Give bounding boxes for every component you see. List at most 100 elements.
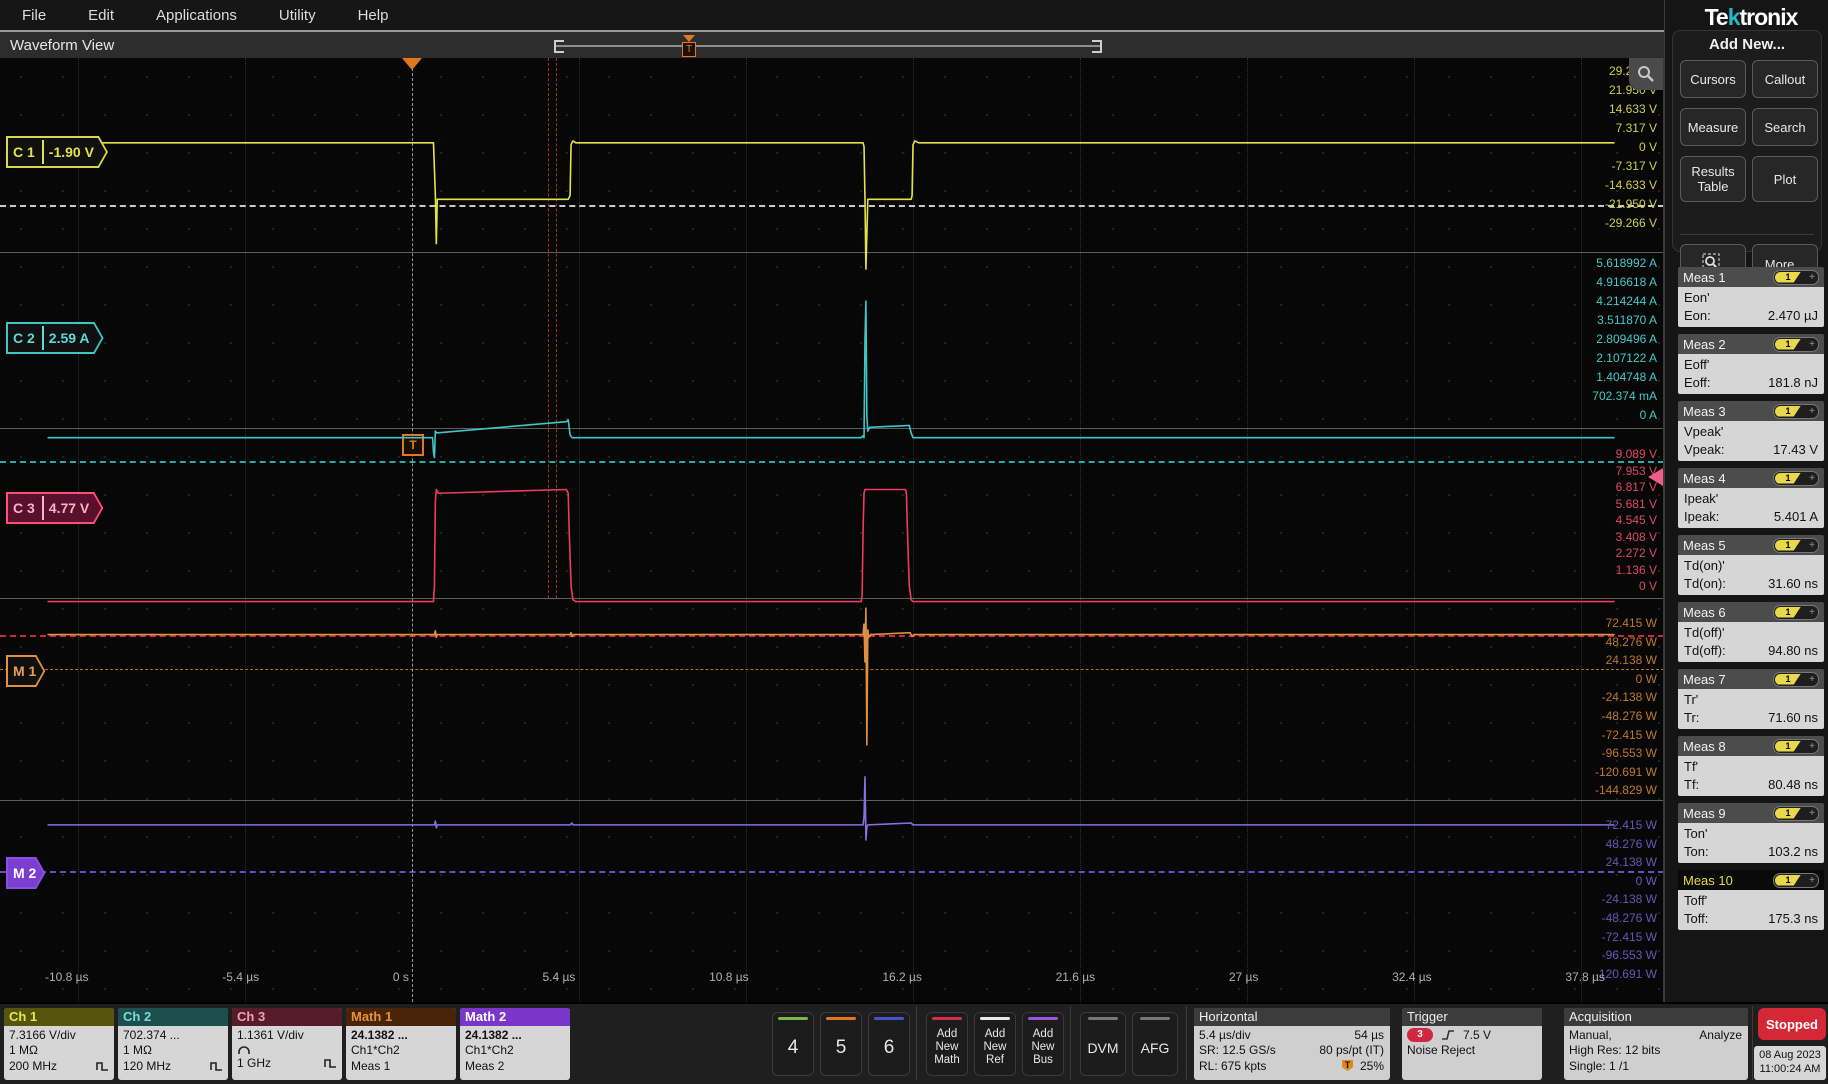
channel-6-button[interactable]: 6 bbox=[868, 1012, 910, 1076]
acquisition-panel[interactable]: Acquisition Manual,Analyze High Res: 12 … bbox=[1564, 1008, 1748, 1080]
ch1-bandwidth: 200 MHz bbox=[9, 1059, 57, 1073]
add-cursors-button[interactable]: Cursors bbox=[1680, 60, 1746, 98]
probe-icon bbox=[237, 1043, 251, 1054]
trigger-mode: Noise Reject bbox=[1407, 1043, 1475, 1057]
ch2-offset-value: 2.59 A bbox=[42, 326, 102, 350]
overview-trigger-marker[interactable]: T bbox=[681, 35, 697, 57]
ch3-offset-value: 4.77 V bbox=[42, 496, 101, 520]
meas4-source-toggle[interactable]: 1+ bbox=[1773, 471, 1819, 486]
meas9-value: 103.2 ns bbox=[1768, 844, 1818, 859]
acq-mode: Manual, bbox=[1569, 1028, 1612, 1042]
ch2-settings-badge[interactable]: Ch 2 702.374 ... 1 MΩ 120 MHz bbox=[118, 1008, 228, 1080]
datetime-display: 08 Aug 2023 11:00:24 AM bbox=[1754, 1046, 1826, 1080]
trigger-panel[interactable]: Trigger 3 7.5 V Noise Reject bbox=[1402, 1008, 1542, 1080]
meas9-card[interactable]: Meas 91+ Ton'Ton:103.2 ns bbox=[1678, 803, 1824, 863]
add-search-button[interactable]: Search bbox=[1752, 108, 1818, 146]
add-new-ref-button[interactable]: Add New Ref bbox=[974, 1012, 1016, 1076]
meas7-source-toggle[interactable]: 1+ bbox=[1773, 672, 1819, 687]
meas10-source-toggle[interactable]: 1+ bbox=[1773, 873, 1819, 888]
add-callout-button[interactable]: Callout bbox=[1752, 60, 1818, 98]
meas10-card[interactable]: Meas 101+ Toff'Toff:175.3 ns bbox=[1678, 870, 1824, 930]
menu-file[interactable]: File bbox=[22, 7, 46, 24]
math1-source: Meas 1 bbox=[351, 1059, 390, 1073]
ch3-scale: 1.1361 V/div bbox=[237, 1028, 304, 1042]
meas9-name: Ton' bbox=[1684, 826, 1818, 841]
rising-edge-icon bbox=[1441, 1029, 1455, 1041]
meas7-name: Tr' bbox=[1684, 692, 1818, 707]
ch2-handle-badge[interactable]: C 22.59 A bbox=[6, 322, 104, 354]
meas2-name: Eoff' bbox=[1684, 357, 1818, 372]
sidebar-divider bbox=[1680, 234, 1814, 235]
ch3-settings-badge[interactable]: Ch 3 1.1361 V/div 1 GHz bbox=[232, 1008, 342, 1080]
ch1-settings-badge[interactable]: Ch 1 7.3166 V/div 1 MΩ 200 MHz bbox=[4, 1008, 114, 1080]
meas5-card[interactable]: Meas 51+ Td(on)'Td(on):31.60 ns bbox=[1678, 535, 1824, 595]
meas10-name: Toff' bbox=[1684, 893, 1818, 908]
meas7-card[interactable]: Meas 71+ Tr'Tr:71.60 ns bbox=[1678, 669, 1824, 729]
time-axis-labels: -10.8 µs-5.4 µs0 s5.4 µs10.8 µs16.2 µs21… bbox=[45, 970, 1605, 984]
meas3-value: 17.43 V bbox=[1773, 442, 1818, 457]
afg-button[interactable]: AFG bbox=[1132, 1012, 1178, 1076]
math2-axis-labels: 72.415 W48.276 W24.138 W0 W-24.138 W-48.… bbox=[1595, 816, 1657, 983]
magnifier-icon bbox=[1636, 64, 1656, 84]
math2-scale: 24.1382 ... bbox=[465, 1028, 522, 1042]
ch1-handle-badge[interactable]: C 1-1.90 V bbox=[6, 136, 108, 168]
ch1-offset-value: -1.90 V bbox=[42, 140, 106, 164]
menu-bar: File Edit Applications Utility Help bbox=[0, 0, 1828, 30]
waveform-plot[interactable]: T 29.266 V21.950 V14.633 V7.317 V0 V-7.3… bbox=[0, 58, 1664, 1002]
menu-edit[interactable]: Edit bbox=[88, 7, 114, 24]
add-new-math-button[interactable]: Add New Math bbox=[926, 1012, 968, 1076]
meas2-card[interactable]: Meas 21+ Eoff'Eoff:181.8 nJ bbox=[1678, 334, 1824, 394]
meas1-name: Eon' bbox=[1684, 290, 1818, 305]
ch1-trace bbox=[48, 141, 1614, 269]
math1-expression: Ch1*Ch2 bbox=[351, 1043, 400, 1057]
math2-trace bbox=[48, 777, 1614, 840]
dvm-button[interactable]: DVM bbox=[1080, 1012, 1126, 1076]
ch1-impedance: 1 MΩ bbox=[9, 1043, 38, 1057]
meas8-source-toggle[interactable]: 1+ bbox=[1773, 739, 1819, 754]
add-results-table-button[interactable]: Results Table bbox=[1680, 156, 1746, 202]
menu-help[interactable]: Help bbox=[358, 7, 389, 24]
meas4-card[interactable]: Meas 41+ Ipeak'Ipeak:5.401 A bbox=[1678, 468, 1824, 528]
bracket-line bbox=[556, 45, 1100, 47]
math1-scale: 24.1382 ... bbox=[351, 1028, 408, 1042]
meas6-card[interactable]: Meas 61+ Td(off)'Td(off):94.80 ns bbox=[1678, 602, 1824, 662]
waveform-traces bbox=[0, 58, 1664, 1002]
channel-4-button[interactable]: 4 bbox=[772, 1012, 814, 1076]
meas1-source-toggle[interactable]: 1+ bbox=[1773, 270, 1819, 285]
meas1-value: 2.470 µJ bbox=[1768, 308, 1818, 323]
horizontal-panel[interactable]: Horizontal 5.4 µs/div54 µs SR: 12.5 GS/s… bbox=[1194, 1008, 1390, 1080]
ch2-scale: 702.374 ... bbox=[123, 1028, 180, 1042]
ch3-trace bbox=[48, 489, 1614, 601]
meas5-source-toggle[interactable]: 1+ bbox=[1773, 538, 1819, 553]
sample-rate: SR: 12.5 GS/s bbox=[1199, 1043, 1276, 1057]
meas3-card[interactable]: Meas 31+ Vpeak'Vpeak:17.43 V bbox=[1678, 401, 1824, 461]
math2-settings-badge[interactable]: Math 2 24.1382 ... Ch1*Ch2 Meas 2 bbox=[460, 1008, 570, 1080]
math1-settings-badge[interactable]: Math 1 24.1382 ... Ch1*Ch2 Meas 1 bbox=[346, 1008, 456, 1080]
menu-applications[interactable]: Applications bbox=[156, 7, 237, 24]
meas9-source-toggle[interactable]: 1+ bbox=[1773, 806, 1819, 821]
add-new-heading: Add New... bbox=[1672, 36, 1822, 53]
zoom-overlay-button[interactable] bbox=[1629, 58, 1663, 90]
ch2-impedance: 1 MΩ bbox=[123, 1043, 152, 1057]
ch2-axis-labels: 5.618992 A4.916618 A4.214244 A3.511870 A… bbox=[1592, 254, 1657, 425]
trigger-level-arrow-icon[interactable] bbox=[1648, 468, 1663, 486]
date: 08 Aug 2023 bbox=[1754, 1048, 1826, 1062]
math2-expression: Ch1*Ch2 bbox=[465, 1043, 514, 1057]
meas8-card[interactable]: Meas 81+ Tf'Tf:80.48 ns bbox=[1678, 736, 1824, 796]
overview-zoom-bracket[interactable] bbox=[554, 40, 1102, 53]
run-stop-status-button[interactable]: Stopped bbox=[1758, 1008, 1826, 1040]
math1-axis-labels: 72.415 W48.276 W24.138 W0 W-24.138 W-48.… bbox=[1595, 614, 1657, 800]
meas3-source-toggle[interactable]: 1+ bbox=[1773, 404, 1819, 419]
acq-resolution: High Res: 12 bits bbox=[1569, 1043, 1660, 1057]
meas1-card[interactable]: Meas 11+ Eon'Eon:2.470 µJ bbox=[1678, 267, 1824, 327]
time: 11:00:24 AM bbox=[1754, 1062, 1826, 1076]
menu-utility[interactable]: Utility bbox=[279, 7, 316, 24]
add-measure-button[interactable]: Measure bbox=[1680, 108, 1746, 146]
math1-trace bbox=[48, 608, 1614, 745]
add-plot-button[interactable]: Plot bbox=[1752, 156, 1818, 202]
channel-5-button[interactable]: 5 bbox=[820, 1012, 862, 1076]
ch3-handle-badge[interactable]: C 34.77 V bbox=[6, 492, 103, 524]
meas6-source-toggle[interactable]: 1+ bbox=[1773, 605, 1819, 620]
add-new-bus-button[interactable]: Add New Bus bbox=[1022, 1012, 1064, 1076]
meas2-source-toggle[interactable]: 1+ bbox=[1773, 337, 1819, 352]
